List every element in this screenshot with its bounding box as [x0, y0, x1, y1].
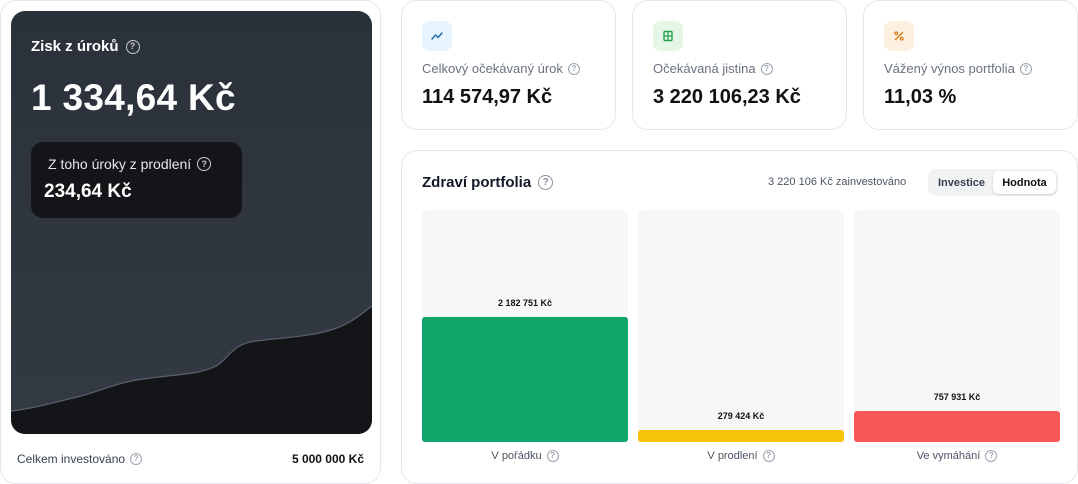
late-interest-value: 234,64 Kč — [44, 181, 132, 202]
bar-value-label: 757 931 Kč — [933, 392, 981, 402]
stat-icon-box — [653, 21, 683, 51]
portfolio-health-title: Zdraví portfolia ? — [422, 174, 554, 191]
help-icon[interactable]: ? — [130, 453, 143, 465]
total-invested-row: Celkem investováno ? 5 000 000 Kč — [17, 452, 364, 466]
help-icon[interactable]: ? — [125, 39, 140, 54]
interest-growth-wave — [11, 305, 372, 434]
bar-value-label: 279 424 Kč — [717, 411, 765, 421]
column-label: V prodlení — [707, 450, 758, 462]
column-label-row: Ve vymáhání ? — [854, 450, 1060, 462]
stat-icon-box — [422, 21, 452, 51]
late-interest-box: Z toho úroky z prodlení ? 234,64 Kč — [31, 142, 242, 218]
stat-value: 3 220 106,23 Kč — [653, 86, 801, 108]
percent-icon — [894, 31, 904, 41]
help-icon[interactable]: ? — [762, 450, 775, 462]
bar-ok[interactable] — [422, 317, 628, 442]
total-invested-value: 5 000 000 Kč — [291, 452, 364, 466]
health-column-ok: 2 182 751 Kč — [422, 210, 628, 442]
help-icon[interactable]: ? — [1019, 62, 1032, 75]
help-icon[interactable]: ? — [538, 175, 554, 190]
column-label: Ve vymáhání — [916, 450, 981, 462]
invested-note: 3 220 106 Kč zainvestováno — [768, 176, 907, 188]
interest-hero-panel: Zisk z úroků ? 1 334,64 Kč Z toho úroky … — [11, 11, 372, 434]
cash-icon — [663, 30, 673, 42]
health-column-collection: 757 931 Kč — [854, 210, 1060, 442]
stat-label: Očekávaná jistina — [653, 61, 756, 76]
help-icon[interactable]: ? — [760, 62, 773, 75]
stat-label-row: Očekávaná jistina ? — [653, 61, 773, 76]
bar-late[interactable] — [638, 430, 844, 442]
expected-interest-card: Celkový očekávaný úrok ? 114 574,97 Kč — [401, 0, 616, 130]
toggle-investice[interactable]: Investice — [930, 171, 993, 194]
late-interest-label: Z toho úroky z prodlení — [48, 156, 192, 172]
late-interest-label-row: Z toho úroky z prodlení ? — [48, 156, 212, 172]
health-column-late: 279 424 Kč — [638, 210, 844, 442]
interest-summary-card: Zisk z úroků ? 1 334,64 Kč Z toho úroky … — [0, 0, 381, 484]
toggle-hodnota[interactable]: Hodnota — [993, 171, 1056, 194]
stat-icon-box — [884, 21, 914, 51]
weighted-yield-card: Vážený výnos portfolia ? 11,03 % — [863, 0, 1078, 130]
help-icon[interactable]: ? — [546, 450, 559, 462]
help-icon[interactable]: ? — [567, 62, 580, 75]
stat-label: Vážený výnos portfolia — [884, 61, 1015, 76]
interest-title-label: Zisk z úroků — [31, 38, 119, 55]
stat-label: Celkový očekávaný úrok — [422, 61, 563, 76]
total-invested-label: Celkem investováno — [17, 452, 126, 466]
stat-label-row: Celkový očekávaný úrok ? — [422, 61, 580, 76]
interest-title: Zisk z úroků ? — [31, 38, 140, 55]
interest-value: 1 334,64 Kč — [31, 77, 236, 118]
trend-up-icon — [431, 32, 443, 40]
stat-value: 11,03 % — [884, 86, 957, 108]
column-label-row: V prodlení ? — [638, 450, 844, 462]
bar-value-label: 2 182 751 Kč — [497, 298, 553, 308]
portfolio-health-card: Zdraví portfolia ? 3 220 106 Kč zainvest… — [401, 150, 1078, 484]
help-icon[interactable]: ? — [985, 450, 998, 462]
column-label: V pořádku — [491, 450, 542, 462]
stat-value: 114 574,97 Kč — [422, 86, 553, 108]
portfolio-health-title-label: Zdraví portfolia — [422, 174, 532, 191]
total-invested-label-row: Celkem investováno ? — [17, 452, 143, 466]
column-label-row: V pořádku ? — [422, 450, 628, 462]
help-icon[interactable]: ? — [197, 157, 212, 171]
bar-collection[interactable] — [854, 411, 1060, 442]
stat-label-row: Vážený výnos portfolia ? — [884, 61, 1032, 76]
expected-principal-card: Očekávaná jistina ? 3 220 106,23 Kč — [632, 0, 847, 130]
view-toggle: Investice Hodnota — [928, 169, 1058, 196]
